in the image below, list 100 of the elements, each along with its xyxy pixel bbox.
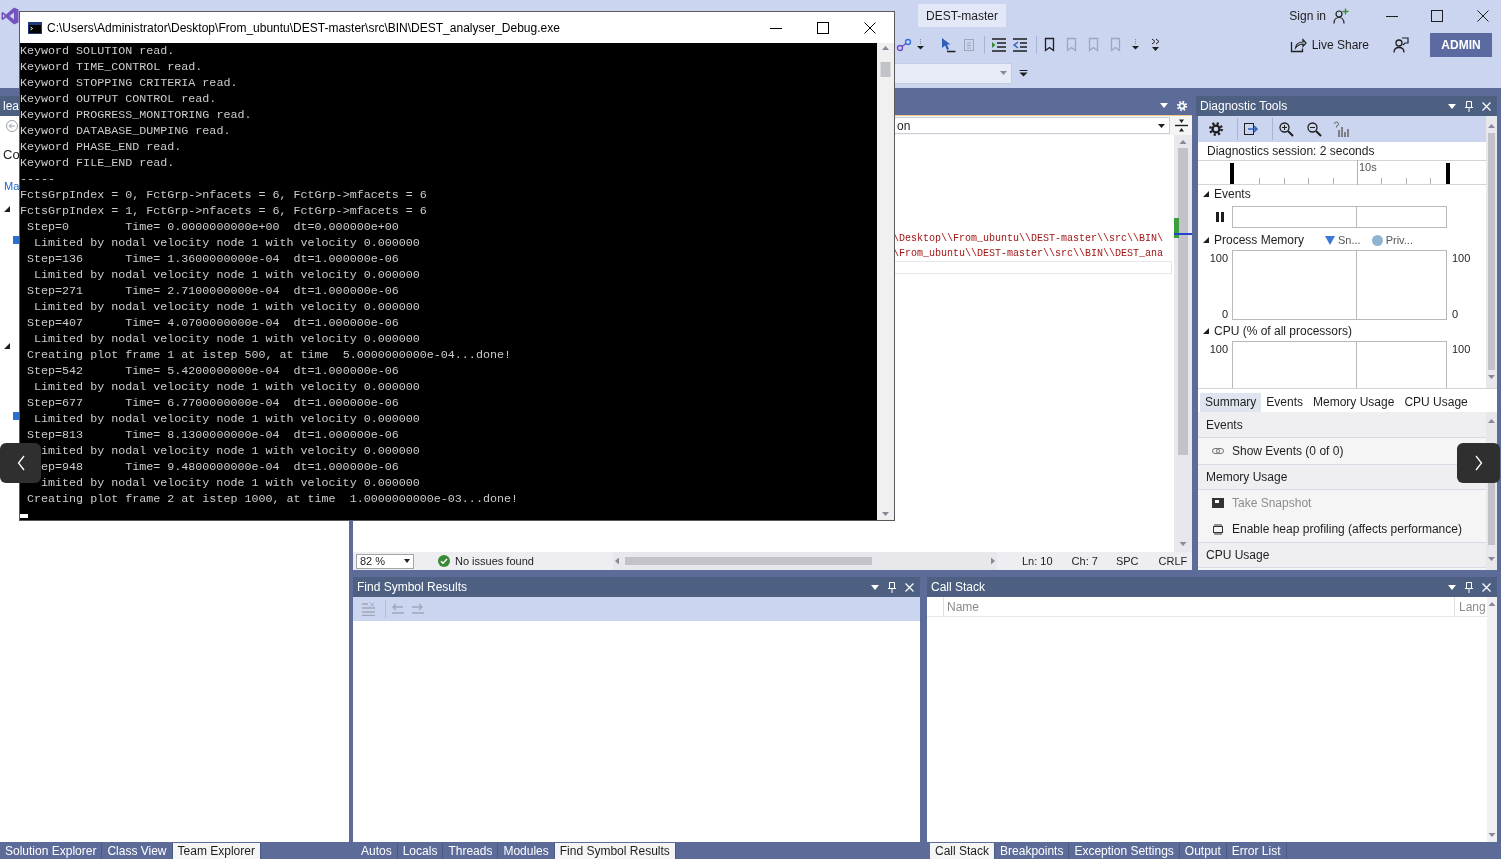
caret-icon[interactable] — [404, 559, 410, 563]
panel-tab[interactable]: Class View — [102, 843, 173, 859]
console-line: FctsGrpIndex = 1, FctGrp->nfacets = 6, FctGrp->mfacets = 6 — [20, 203, 427, 219]
vertical-scrollbar[interactable] — [1487, 597, 1497, 842]
zoom-in-icon[interactable] — [1278, 121, 1294, 137]
expanded-triangle-icon[interactable] — [1203, 328, 1209, 334]
pause-icon[interactable] — [1216, 212, 1224, 222]
graph-title: CPU (% of all processors) — [1214, 324, 1353, 338]
close-icon[interactable] — [864, 21, 876, 34]
nodes-icon[interactable] — [896, 36, 912, 53]
timeline-label: 10s — [1359, 161, 1377, 173]
caret-icon[interactable] — [1132, 39, 1139, 50]
caret-icon[interactable] — [1158, 123, 1165, 128]
panel-tab[interactable]: Call Stack — [930, 843, 996, 859]
tab[interactable]: Memory Usage — [1308, 393, 1400, 412]
pin-icon[interactable] — [1465, 581, 1473, 593]
vertical-scrollbar[interactable] — [877, 43, 894, 520]
maximize-icon[interactable] — [817, 21, 829, 34]
horizontal-scrollbar[interactable] — [613, 552, 997, 570]
split-icon[interactable] — [1174, 119, 1188, 132]
action-link[interactable]: Enable heap profiling (affects performance) — [1212, 522, 1462, 536]
person-icon[interactable] — [1393, 36, 1409, 53]
panel-tab[interactable]: Autos — [356, 843, 398, 859]
overflow-icon[interactable] — [1151, 37, 1160, 52]
axis-label: 100 — [1209, 343, 1228, 355]
close-icon[interactable] — [1477, 9, 1489, 22]
tab[interactable]: Events — [1261, 393, 1309, 412]
tab[interactable]: CPU Usage — [1399, 393, 1473, 412]
graph-title: Events — [1214, 187, 1251, 201]
caret-icon[interactable] — [917, 39, 924, 50]
caret-icon[interactable] — [1448, 103, 1456, 109]
console-line: Keyword FILE_END read. — [20, 155, 175, 171]
console-line: Step=271 Time= 2.7100000000e-04 dt=1.000000e-06 — [26, 283, 399, 299]
zoom-dropdown[interactable]: 82 % — [356, 553, 414, 569]
console-line: Keyword SOLUTION read. — [20, 43, 175, 59]
logo-icon[interactable] — [1, 6, 19, 25]
vertical-scrollbar[interactable] — [1174, 135, 1192, 552]
column-header[interactable]: Lang — [1459, 599, 1486, 614]
status-text: No issues found — [455, 555, 534, 567]
zoom-out-icon[interactable] — [1306, 121, 1322, 137]
page-heading: Co — [3, 147, 20, 163]
console-line: Keyword PHASE_END read. — [20, 139, 182, 155]
expanded-triangle-icon[interactable] — [1203, 237, 1209, 243]
panel-tab[interactable]: Breakpoints — [995, 843, 1070, 859]
expanded-triangle-icon[interactable] — [4, 343, 10, 349]
person-add-icon[interactable] — [1333, 7, 1349, 24]
pointer-icon[interactable] — [940, 36, 956, 53]
console-line: Limited by nodal velocity node 1 with velocity 0.000000 — [33, 331, 420, 347]
console-line: Step=677 Time= 6.7700000000e-04 dt=1.000000e-06 — [26, 395, 399, 411]
link[interactable]: Ma — [4, 180, 20, 193]
caret-icon[interactable] — [1448, 584, 1456, 590]
maximize-icon[interactable] — [1431, 9, 1443, 22]
caret-icon[interactable] — [871, 584, 879, 590]
next-button[interactable] — [1457, 443, 1500, 483]
outdent-icon[interactable] — [1012, 36, 1028, 53]
tab[interactable]: Summary — [1200, 393, 1262, 412]
panel-tab[interactable]: Error List — [1226, 843, 1287, 859]
share-icon[interactable] — [1289, 36, 1307, 53]
sign-in-link[interactable]: Sign in — [1289, 8, 1326, 23]
panel-tab[interactable]: Output — [1179, 843, 1227, 859]
window-title: C:\Users\Administrator\Desktop\From_ubuntu\DEST-master\src\BIN\DEST_analyser_Debug.exe — [47, 20, 560, 35]
code-line: \From_ubuntu\\DEST-master\\src\\BIN\\DEST_ana — [893, 247, 1164, 261]
panel-tab[interactable]: Exception Settings — [1069, 843, 1180, 859]
console-line: imited by nodal velocity node 1 with velocity 0.000000 — [41, 443, 420, 459]
indent-icon[interactable] — [991, 36, 1007, 53]
panel-tab[interactable]: Find Symbol Results — [554, 843, 676, 859]
panel-title: Call Stack — [931, 580, 986, 594]
panel-tab[interactable]: Modules — [498, 843, 555, 859]
panel-tab[interactable]: Locals — [397, 843, 444, 859]
settings-icon[interactable] — [1208, 121, 1224, 137]
pin-icon[interactable] — [1465, 100, 1473, 112]
console-line: Creating plot frame 1 at istep 500, at time 5.0000000000e-04...done! — [26, 347, 511, 363]
vertical-scrollbar[interactable] — [1486, 116, 1497, 388]
navigation-dropdown[interactable]: on — [893, 117, 1170, 134]
panel-tab[interactable]: Team Explorer — [172, 843, 261, 859]
expanded-triangle-icon[interactable] — [1203, 191, 1209, 197]
export-icon[interactable] — [1243, 121, 1259, 137]
bar-chart-icon[interactable] — [1333, 121, 1349, 137]
camera-icon — [1212, 498, 1224, 508]
expanded-triangle-icon[interactable] — [4, 206, 10, 212]
axis-label: 100 — [1452, 252, 1471, 264]
column-header[interactable]: Name — [947, 599, 979, 614]
axis-label: 100 — [1209, 252, 1228, 264]
console-line: FctsGrpIndex = 0, FctGrp->nfacets = 6, FctGrp->mfacets = 6 — [20, 187, 427, 203]
pin-icon[interactable] — [888, 581, 896, 593]
overflow-icon[interactable] — [1019, 69, 1028, 77]
status-text: Ln: 10 — [1022, 555, 1053, 567]
chain-icon — [1212, 447, 1224, 455]
previous-button[interactable] — [0, 443, 41, 483]
console-line: Keyword TIME_CONTROL read. — [20, 59, 203, 75]
session-text: Diagnostics session: 2 seconds — [1207, 144, 1375, 158]
bookmark-icon[interactable] — [1043, 36, 1056, 53]
action-link[interactable]: Show Events (0 of 0) — [1212, 444, 1344, 458]
panel-tab[interactable]: Threads — [443, 843, 499, 859]
console-line: Step=542 Time= 5.4200000000e-04 dt=1.000000e-06 — [26, 363, 399, 379]
account-button[interactable]: ADMIN — [1430, 32, 1492, 57]
live-share-button[interactable]: Live Share — [1286, 36, 1372, 53]
axis-label: 100 — [1452, 343, 1471, 355]
panel-tab[interactable]: Solution Explorer — [0, 843, 103, 859]
status-text: CRLF — [1158, 555, 1188, 567]
